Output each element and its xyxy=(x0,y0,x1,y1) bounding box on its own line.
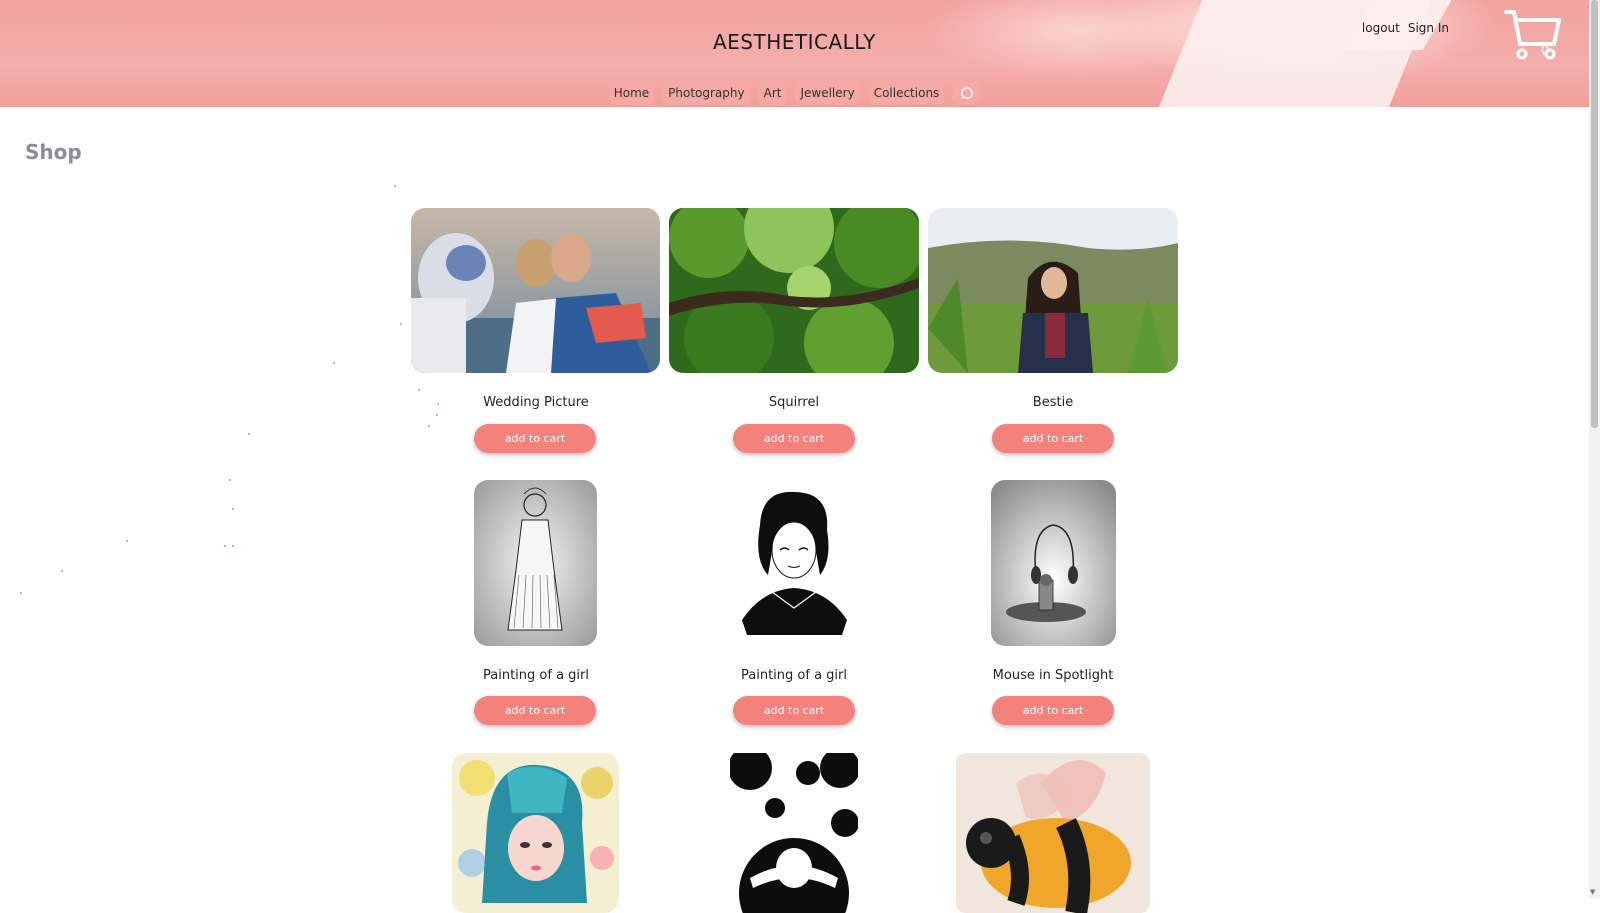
main-nav: Home Photography Art Jewellery Collectio… xyxy=(0,81,1589,105)
decorative-dot xyxy=(333,362,335,364)
decorative-dot xyxy=(428,425,430,427)
product-image-bee[interactable] xyxy=(956,753,1150,913)
product-name: Wedding Picture xyxy=(483,395,589,410)
product-image-ink-girl[interactable] xyxy=(730,753,858,913)
nav-art[interactable]: Art xyxy=(758,81,787,105)
decorative-dot xyxy=(394,185,396,187)
auth-links: logout Sign In xyxy=(1362,21,1449,35)
product-name: Squirrel xyxy=(768,395,820,410)
decorative-dot xyxy=(248,433,250,435)
decorative-dot xyxy=(20,592,22,594)
nav-photography[interactable]: Photography xyxy=(663,81,750,105)
scrollbar-thumb[interactable] xyxy=(1591,0,1598,428)
product-image-squirrel[interactable] xyxy=(669,208,919,373)
cart-count: 0 xyxy=(1541,44,1550,59)
search-button[interactable] xyxy=(953,81,981,105)
cart-icon[interactable] xyxy=(1504,8,1562,63)
logout-link[interactable]: logout xyxy=(1362,21,1400,35)
product-image-watercolor-girl[interactable] xyxy=(452,753,619,913)
decorative-dot xyxy=(126,540,128,542)
scroll-down-icon[interactable]: ▼ xyxy=(1590,888,1595,896)
decorative-dot xyxy=(61,570,63,572)
add-to-cart-button[interactable]: add to cart xyxy=(733,696,855,725)
add-to-cart-button[interactable]: add to cart xyxy=(992,424,1114,453)
page-title: Shop xyxy=(25,140,82,164)
page-scrollbar[interactable]: ▼ xyxy=(1589,0,1600,898)
add-to-cart-button[interactable]: add to cart xyxy=(992,696,1114,725)
product-name: Bestie xyxy=(1032,395,1074,410)
product-image-bestie[interactable] xyxy=(928,208,1178,373)
add-to-cart-button[interactable]: add to cart xyxy=(474,424,596,453)
decorative-dot xyxy=(436,414,438,416)
decorative-dot xyxy=(224,545,226,547)
nav-collections[interactable]: Collections xyxy=(868,81,945,105)
product-image-mouse-spotlight[interactable] xyxy=(991,480,1116,646)
add-to-cart-button[interactable]: add to cart xyxy=(733,424,855,453)
decorative-dot xyxy=(418,389,420,391)
product-name: Painting of a girl xyxy=(741,668,847,683)
decorative-dot xyxy=(232,545,234,547)
site-header: AESTHETICALLY Home Photography Art Jewel… xyxy=(0,0,1589,107)
site-brand[interactable]: AESTHETICALLY xyxy=(0,30,1589,54)
add-to-cart-button[interactable]: add to cart xyxy=(474,696,596,725)
product-name: Mouse in Spotlight xyxy=(992,668,1114,683)
search-icon xyxy=(960,87,973,99)
decorative-dot xyxy=(400,323,402,325)
decorative-dot xyxy=(232,508,234,510)
product-name: Painting of a girl xyxy=(483,668,589,683)
product-image-wedding[interactable] xyxy=(411,208,660,373)
signin-link[interactable]: Sign In xyxy=(1408,21,1449,35)
product-image-painting-girl-1[interactable] xyxy=(474,480,597,646)
nav-jewellery[interactable]: Jewellery xyxy=(795,81,860,105)
decorative-dot xyxy=(229,479,231,481)
nav-home[interactable]: Home xyxy=(608,81,655,105)
product-image-painting-girl-2[interactable] xyxy=(732,480,857,646)
